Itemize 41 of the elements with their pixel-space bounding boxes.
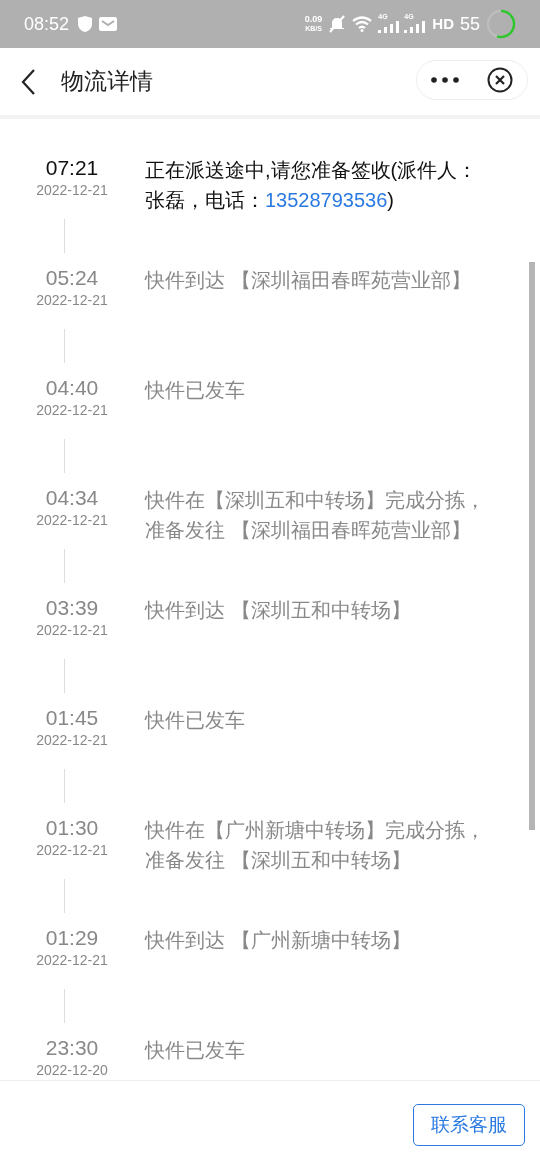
event-description: 快件到达 【深圳五和中转场】 bbox=[145, 598, 412, 623]
event-date: 2022-12-21 bbox=[36, 731, 108, 749]
event-description: 快件在【深圳五和中转场】完成分拣，准备发往 【深圳福田春晖苑营业部】 bbox=[145, 488, 486, 543]
signal-icon bbox=[378, 21, 401, 33]
page-title: 物流详情 bbox=[61, 67, 153, 97]
event-date: 2022-12-21 bbox=[36, 511, 108, 529]
event-time: 01:29 bbox=[45, 925, 99, 951]
event-date: 2022-12-21 bbox=[36, 401, 108, 419]
event-time: 01:45 bbox=[45, 705, 99, 731]
event-description: 快件已发车 bbox=[145, 378, 246, 403]
event-description: 快件到达 【深圳福田春晖苑营业部】 bbox=[145, 268, 472, 293]
event-date: 2022-12-21 bbox=[36, 291, 108, 309]
event-date: 2022-12-21 bbox=[36, 621, 108, 639]
event-description: 快件在【广州新塘中转场】完成分拣，准备发往 【深圳五和中转场】 bbox=[145, 818, 486, 873]
event-description: 正在派送途中,请您准备签收(派件人：张磊，电话：13528793536) bbox=[145, 158, 479, 213]
event-time: 04:40 bbox=[45, 375, 99, 401]
event-date: 2022-12-20 bbox=[36, 1061, 108, 1079]
clock: 08:52 bbox=[24, 12, 70, 36]
event-description: 快件已发车 bbox=[145, 708, 246, 733]
battery-ring-icon bbox=[486, 9, 516, 39]
muted-bell-icon bbox=[328, 15, 347, 33]
event-time: 03:39 bbox=[45, 595, 99, 621]
event-date: 2022-12-21 bbox=[36, 841, 108, 859]
contact-service-button[interactable]: 联系客服 bbox=[413, 1104, 525, 1146]
event-time: 04:34 bbox=[45, 485, 99, 511]
hd-label: HD bbox=[432, 13, 454, 34]
event-description: 快件到达 【广州新塘中转场】 bbox=[145, 928, 412, 953]
battery-percent: 55 bbox=[459, 12, 480, 36]
shield-icon bbox=[77, 15, 94, 33]
event-description: 快件已发车 bbox=[145, 1038, 246, 1063]
event-time: 05:24 bbox=[45, 265, 99, 291]
phone-link[interactable]: 13528793536 bbox=[265, 189, 388, 211]
event-date: 2022-12-21 bbox=[36, 951, 108, 969]
net-speed-value: 0.09 bbox=[304, 15, 323, 24]
event-date: 2022-12-21 bbox=[36, 181, 108, 199]
event-time: 23:30 bbox=[45, 1035, 99, 1061]
event-time: 07:21 bbox=[45, 155, 99, 181]
signal-icon bbox=[404, 21, 427, 33]
event-time: 01:30 bbox=[45, 815, 99, 841]
wifi-icon bbox=[352, 16, 373, 32]
mail-icon bbox=[99, 17, 118, 31]
